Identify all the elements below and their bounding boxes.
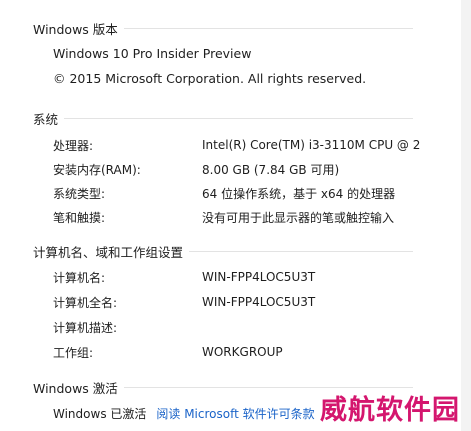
row-label: 工作组: [53, 345, 94, 360]
info-row-full-computer-name: 计算机全名: WIN-FPP4LOC5U3T [0, 293, 471, 311]
info-row-processor: 处理器: Intel(R) Core(TM) i3-3110M CPU @ 2 [0, 136, 471, 154]
divider [123, 27, 413, 29]
section-header-windows-edition: Windows 版本 [33, 19, 413, 37]
activation-status-text: Windows 已激活 [53, 407, 147, 421]
info-row-computer-name: 计算机名: WIN-FPP4LOC5U3T [0, 268, 471, 286]
license-terms-link[interactable]: 阅读 Microsoft 软件许可条款 [156, 407, 314, 421]
row-label: 笔和触摸: [53, 210, 106, 225]
info-row-computer-description: 计算机描述: [0, 318, 471, 336]
row-label: 安装内存(RAM): [53, 162, 141, 177]
section-title: 计算机名、域和工作组设置 [33, 244, 184, 260]
section-header-computer-name: 计算机名、域和工作组设置 [33, 242, 413, 260]
row-value: WIN-FPP4LOC5U3T [202, 295, 316, 309]
row-value: 没有可用于此显示器的笔或触控输入 [202, 210, 395, 225]
row-value: WIN-FPP4LOC5U3T [202, 270, 316, 284]
section-header-system: 系统 [33, 109, 413, 127]
edition-text: Windows 10 Pro Insider Preview [53, 46, 252, 61]
copyright-text: © 2015 Microsoft Corporation. All rights… [53, 71, 367, 86]
row-label: 计算机描述: [53, 320, 118, 335]
section-title: 系统 [33, 111, 59, 127]
divider [64, 117, 413, 119]
info-row-pen-touch: 笔和触摸: 没有可用于此显示器的笔或触控输入 [0, 208, 471, 226]
row-value: Intel(R) Core(TM) i3-3110M CPU @ 2 [202, 138, 421, 152]
row-label: 系统类型: [53, 186, 106, 201]
row-value: 64 位操作系统，基于 x64 的处理器 [202, 186, 396, 201]
row-label: 处理器: [53, 138, 94, 153]
info-row-workgroup: 工作组: WORKGROUP [0, 343, 471, 361]
divider [189, 250, 413, 252]
site-watermark: 威航软件园 [320, 395, 460, 426]
section-title: Windows 版本 [33, 21, 118, 37]
section-title: Windows 激活 [33, 380, 118, 396]
info-row-ram: 安装内存(RAM): 8.00 GB (7.84 GB 可用) [0, 160, 471, 178]
info-row-system-type: 系统类型: 64 位操作系统，基于 x64 的处理器 [0, 184, 471, 202]
row-value: 8.00 GB (7.84 GB 可用) [202, 162, 340, 177]
activation-status-row: Windows 已激活 阅读 Microsoft 软件许可条款 [53, 405, 315, 422]
row-value: WORKGROUP [202, 345, 283, 359]
vertical-scrollbar[interactable] [461, 0, 471, 431]
row-label: 计算机全名: [53, 295, 118, 310]
row-label: 计算机名: [53, 270, 106, 285]
